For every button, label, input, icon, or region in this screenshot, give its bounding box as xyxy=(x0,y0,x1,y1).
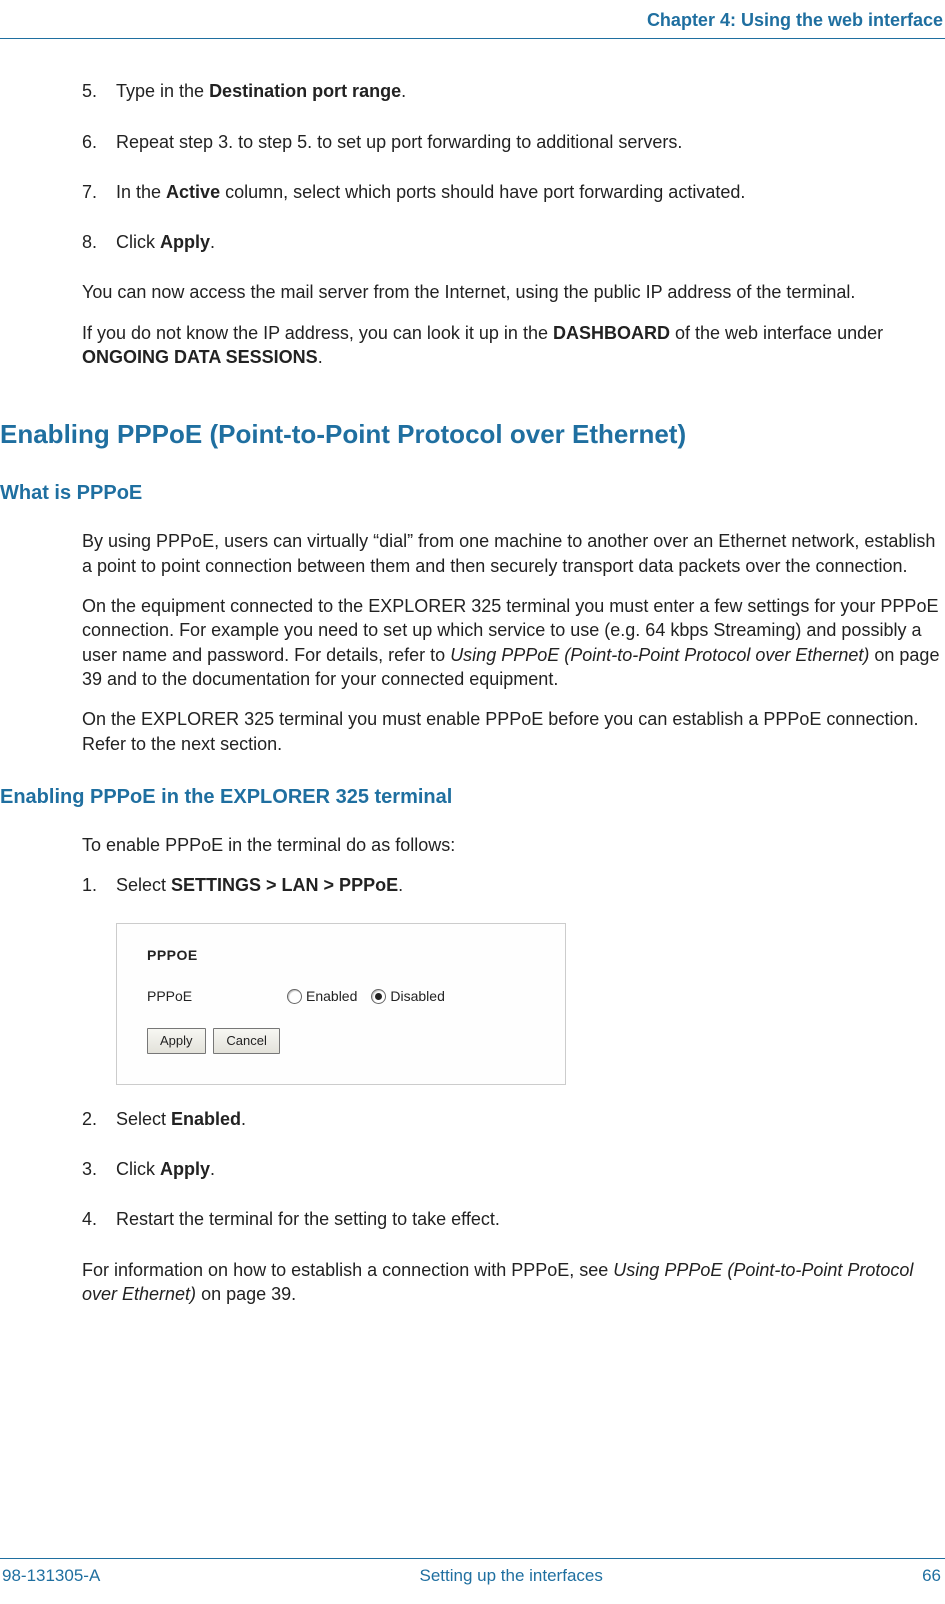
radio-disabled[interactable]: Disabled xyxy=(371,987,444,1006)
step-text: Click Apply. xyxy=(116,1157,941,1181)
text: on page 39. xyxy=(196,1284,296,1304)
text: Type in the xyxy=(116,81,209,101)
step-5: 5. Type in the Destination port range. xyxy=(82,79,941,103)
steps-group-2b: 2. Select Enabled. 3. Click Apply. 4. Re… xyxy=(82,1107,941,1232)
bold-text: Enabled xyxy=(171,1109,241,1129)
text: Click xyxy=(116,1159,160,1179)
pppoe-settings-screenshot: PPPOE PPPoE Enabled Disabled Apply Cance… xyxy=(116,923,566,1084)
step-b1: 1. Select SETTINGS > LAN > PPPoE. xyxy=(82,873,941,897)
screenshot-title: PPPOE xyxy=(147,946,547,965)
radio-icon xyxy=(287,989,302,1004)
bold-text: DASHBOARD xyxy=(553,323,670,343)
pppoe-row: PPPoE Enabled Disabled xyxy=(147,987,547,1006)
text: In the xyxy=(116,182,166,202)
step-text: Type in the Destination port range. xyxy=(116,79,941,103)
radio-label: Disabled xyxy=(390,987,444,1006)
paragraph: For information on how to establish a co… xyxy=(82,1258,941,1307)
text: Select xyxy=(116,875,171,895)
steps-group-1: 5. Type in the Destination port range. 6… xyxy=(82,79,941,254)
text: If you do not know the IP address, you c… xyxy=(82,323,553,343)
step-text: Select Enabled. xyxy=(116,1107,941,1131)
text: . xyxy=(241,1109,246,1129)
bold-text: SETTINGS > LAN > PPPoE xyxy=(171,875,398,895)
text: . xyxy=(210,232,215,252)
button-row: Apply Cancel xyxy=(147,1028,547,1054)
step-text: Repeat step 3. to step 5. to set up port… xyxy=(116,130,941,154)
step-number: 6. xyxy=(82,130,116,154)
step-number: 3. xyxy=(82,1157,116,1181)
section-heading-pppoe: Enabling PPPoE (Point-to-Point Protocol … xyxy=(0,417,945,452)
step-text: In the Active column, select which ports… xyxy=(116,180,941,204)
cancel-button[interactable]: Cancel xyxy=(213,1028,279,1054)
text: For information on how to establish a co… xyxy=(82,1260,613,1280)
footer-doc-id: 98-131305-A xyxy=(2,1565,100,1588)
text: . xyxy=(210,1159,215,1179)
radio-icon xyxy=(371,989,386,1004)
bold-text: Destination port range xyxy=(209,81,401,101)
apply-button[interactable]: Apply xyxy=(147,1028,206,1054)
step-number: 8. xyxy=(82,230,116,254)
text: of the web interface under xyxy=(670,323,883,343)
chapter-header: Chapter 4: Using the web interface xyxy=(0,0,945,38)
radio-enabled[interactable]: Enabled xyxy=(287,987,357,1006)
step-text: Select SETTINGS > LAN > PPPoE. xyxy=(116,873,941,897)
bold-text: Active xyxy=(166,182,220,202)
step-6: 6. Repeat step 3. to step 5. to set up p… xyxy=(82,130,941,154)
page-footer-wrap: 98-131305-A Setting up the interfaces 66 xyxy=(0,1558,945,1598)
paragraph: By using PPPoE, users can virtually “dia… xyxy=(82,529,941,578)
subheading-what-is-pppoe: What is PPPoE xyxy=(0,480,945,507)
step-b4: 4. Restart the terminal for the setting … xyxy=(82,1207,941,1231)
text: . xyxy=(401,81,406,101)
step-7: 7. In the Active column, select which po… xyxy=(82,180,941,204)
text: Click xyxy=(116,232,160,252)
step-8: 8. Click Apply. xyxy=(82,230,941,254)
paragraph: On the EXPLORER 325 terminal you must en… xyxy=(82,707,941,756)
paragraph: You can now access the mail server from … xyxy=(82,280,941,304)
step-number: 2. xyxy=(82,1107,116,1131)
bold-text: ONGOING DATA SESSIONS xyxy=(82,347,318,367)
italic-text: Using PPPoE (Point-to-Point Protocol ove… xyxy=(450,645,869,665)
step-number: 1. xyxy=(82,873,116,897)
step-number: 7. xyxy=(82,180,116,204)
footer-section-title: Setting up the interfaces xyxy=(420,1565,603,1588)
page-footer: 98-131305-A Setting up the interfaces 66 xyxy=(0,1559,945,1598)
step-b3: 3. Click Apply. xyxy=(82,1157,941,1181)
subheading-enabling-pppoe: Enabling PPPoE in the EXPLORER 325 termi… xyxy=(0,784,945,811)
paragraph: To enable PPPoE in the terminal do as fo… xyxy=(82,833,941,857)
step-text: Click Apply. xyxy=(116,230,941,254)
text: . xyxy=(318,347,323,367)
step-number: 4. xyxy=(82,1207,116,1231)
text: Select xyxy=(116,1109,171,1129)
step-text: Restart the terminal for the setting to … xyxy=(116,1207,941,1231)
step-number: 5. xyxy=(82,79,116,103)
paragraph: On the equipment connected to the EXPLOR… xyxy=(82,594,941,691)
header-rule xyxy=(0,38,945,39)
step-b2: 2. Select Enabled. xyxy=(82,1107,941,1131)
text: column, select which ports should have p… xyxy=(220,182,745,202)
radio-label: Enabled xyxy=(306,987,357,1006)
footer-page-number: 66 xyxy=(922,1565,941,1588)
bold-text: Apply xyxy=(160,1159,210,1179)
pppoe-label: PPPoE xyxy=(147,987,287,1006)
steps-group-2: 1. Select SETTINGS > LAN > PPPoE. xyxy=(82,873,941,897)
text: . xyxy=(398,875,403,895)
bold-text: Apply xyxy=(160,232,210,252)
paragraph: If you do not know the IP address, you c… xyxy=(82,321,941,370)
